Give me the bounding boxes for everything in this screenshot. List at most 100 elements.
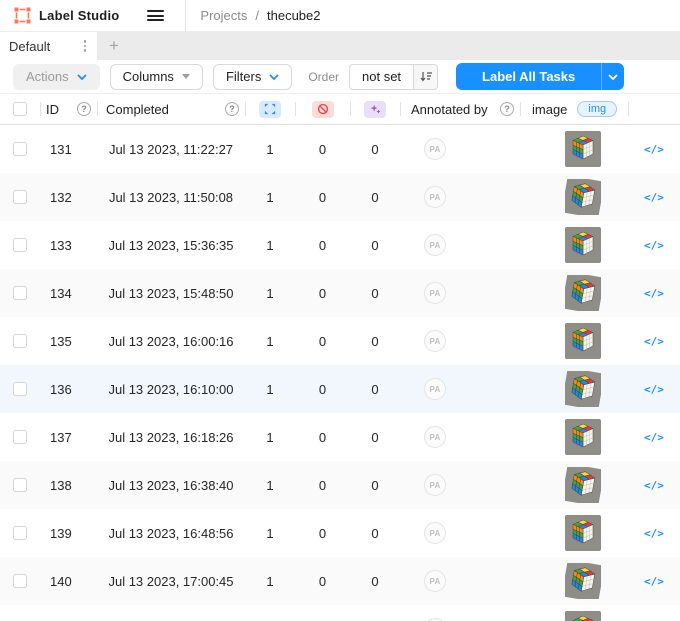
add-view-button[interactable]: + <box>97 32 131 60</box>
task-image-thumbnail[interactable] <box>565 419 601 455</box>
row-select-cell <box>0 125 40 173</box>
source-code-icon[interactable]: </> <box>644 575 664 588</box>
source-code-icon[interactable]: </> <box>644 191 664 204</box>
source-code-icon[interactable]: </> <box>644 143 664 156</box>
predictions-count: 0 <box>371 189 379 205</box>
row-checkbox[interactable] <box>13 238 27 252</box>
header-annotations-cell[interactable] <box>245 94 295 124</box>
id-help-icon[interactable]: ? <box>77 102 91 116</box>
annotator-avatar[interactable]: PA <box>424 330 446 352</box>
annotator-avatar[interactable]: PA <box>424 234 446 256</box>
row-predictions-cell: 0 <box>350 605 400 621</box>
table-row[interactable]: 131 Jul 13 2023, 11:22:27 1 0 0 PA </> <box>0 125 680 173</box>
main-menu-button[interactable] <box>133 0 177 32</box>
header-cancelled-cell[interactable] <box>295 94 350 124</box>
table-row[interactable]: 132 Jul 13 2023, 11:50:08 1 0 0 PA </> <box>0 173 680 221</box>
source-code-icon[interactable]: </> <box>644 287 664 300</box>
table-row[interactable]: 133 Jul 13 2023, 15:36:35 1 0 0 PA </> <box>0 221 680 269</box>
annotator-avatar[interactable]: PA <box>424 282 446 304</box>
task-image-thumbnail[interactable] <box>565 467 601 503</box>
task-image-thumbnail[interactable] <box>565 227 601 263</box>
task-image-thumbnail[interactable] <box>565 515 601 551</box>
row-image-cell <box>520 605 628 621</box>
header-predictions-cell[interactable] <box>350 94 400 124</box>
row-annotations-cell: 1 <box>245 125 295 173</box>
tab-default[interactable]: Default <box>0 32 97 60</box>
source-code-icon[interactable]: </> <box>644 335 664 348</box>
source-code-icon[interactable]: </> <box>644 479 664 492</box>
annotations-count: 1 <box>266 477 274 493</box>
row-annotations-cell: 1 <box>245 413 295 461</box>
row-checkbox[interactable] <box>13 286 27 300</box>
cancelled-annotations-icon[interactable] <box>311 100 334 118</box>
header-id-cell[interactable]: ID ? <box>40 94 97 124</box>
row-checkbox[interactable] <box>13 526 27 540</box>
source-code-icon[interactable]: </> <box>644 431 664 444</box>
annotated-by-help-icon[interactable]: ? <box>500 102 514 116</box>
row-checkbox[interactable] <box>13 190 27 204</box>
row-image-cell <box>520 173 628 221</box>
predictions-sparkles-icon[interactable] <box>364 100 386 118</box>
task-image-thumbnail[interactable] <box>565 371 601 407</box>
actions-dropdown-button[interactable]: Actions <box>13 63 100 90</box>
row-checkbox[interactable] <box>13 382 27 396</box>
predictions-count: 0 <box>371 333 379 349</box>
header-annotated-by-cell[interactable]: Annotated by ? <box>400 94 520 124</box>
source-code-icon[interactable]: </> <box>644 527 664 540</box>
row-checkbox[interactable] <box>13 430 27 444</box>
annotator-avatar[interactable]: PA <box>424 522 446 544</box>
row-predictions-cell: 0 <box>350 125 400 173</box>
row-id-cell: 135 <box>40 317 97 365</box>
annotator-avatar[interactable]: PA <box>424 426 446 448</box>
label-all-tasks-button[interactable]: Label All Tasks <box>456 63 602 90</box>
label-all-tasks-menu-button[interactable] <box>601 63 625 90</box>
header-image-cell[interactable]: image img <box>520 94 628 124</box>
table-row[interactable]: 137 Jul 13 2023, 16:18:26 1 0 0 PA </> <box>0 413 680 461</box>
annotations-count-icon[interactable] <box>259 100 281 118</box>
task-image-thumbnail[interactable] <box>565 323 601 359</box>
row-annotated-by-cell: PA <box>400 173 520 221</box>
source-code-icon[interactable]: </> <box>644 383 664 396</box>
header-completed-cell[interactable]: Completed ? <box>97 94 245 124</box>
breadcrumb-projects-link[interactable]: Projects <box>200 8 247 23</box>
annotator-avatar[interactable]: PA <box>424 474 446 496</box>
source-code-icon[interactable]: </> <box>644 239 664 252</box>
annotator-avatar[interactable]: PA <box>424 138 446 160</box>
table-row[interactable]: 135 Jul 13 2023, 16:00:16 1 0 0 PA </> <box>0 317 680 365</box>
columns-dropdown-button[interactable]: Columns <box>109 63 203 90</box>
completed-timestamp: Jul 13 2023, 15:48:50 <box>108 285 234 301</box>
row-select-cell <box>0 461 40 509</box>
row-checkbox[interactable] <box>13 334 27 348</box>
row-image-cell <box>520 221 628 269</box>
row-predictions-cell: 0 <box>350 269 400 317</box>
table-row[interactable]: 139 Jul 13 2023, 16:48:56 1 0 0 PA </> <box>0 509 680 557</box>
app-logo[interactable]: Label Studio <box>0 7 133 24</box>
completed-help-icon[interactable]: ? <box>225 102 239 116</box>
tab-menu-kebab-icon[interactable] <box>79 36 92 56</box>
task-image-thumbnail[interactable] <box>565 275 601 311</box>
task-image-thumbnail[interactable] <box>565 563 601 599</box>
table-row[interactable]: 140 Jul 13 2023, 17:00:45 1 0 0 PA </> <box>0 557 680 605</box>
table-row[interactable]: 141 Jul 13 2023, 17:15:10 1 0 0 PA </> <box>0 605 680 621</box>
completed-timestamp: Jul 13 2023, 16:48:56 <box>108 525 234 541</box>
annotator-avatar[interactable]: PA <box>424 186 446 208</box>
select-all-checkbox[interactable] <box>13 102 27 116</box>
table-row[interactable]: 134 Jul 13 2023, 15:48:50 1 0 0 PA </> <box>0 269 680 317</box>
order-value-dropdown[interactable]: not set <box>349 63 415 90</box>
sort-direction-button[interactable] <box>414 63 439 90</box>
table-row[interactable]: 136 Jul 13 2023, 16:10:00 1 0 0 PA </> <box>0 365 680 413</box>
row-id-cell: 136 <box>40 365 97 413</box>
filters-dropdown-button[interactable]: Filters <box>212 63 293 90</box>
header-image-label: image <box>532 101 568 117</box>
row-checkbox[interactable] <box>13 478 27 492</box>
table-row[interactable]: 138 Jul 13 2023, 16:38:40 1 0 0 PA </> <box>0 461 680 509</box>
annotator-avatar[interactable]: PA <box>424 570 446 592</box>
annotator-avatar[interactable]: PA <box>424 378 446 400</box>
task-image-thumbnail[interactable] <box>565 179 601 215</box>
task-image-thumbnail[interactable] <box>565 131 601 167</box>
row-source-cell: </> <box>628 413 680 461</box>
row-checkbox[interactable] <box>13 574 27 588</box>
row-predictions-cell: 0 <box>350 413 400 461</box>
row-checkbox[interactable] <box>13 142 27 156</box>
task-image-thumbnail[interactable] <box>565 611 601 621</box>
